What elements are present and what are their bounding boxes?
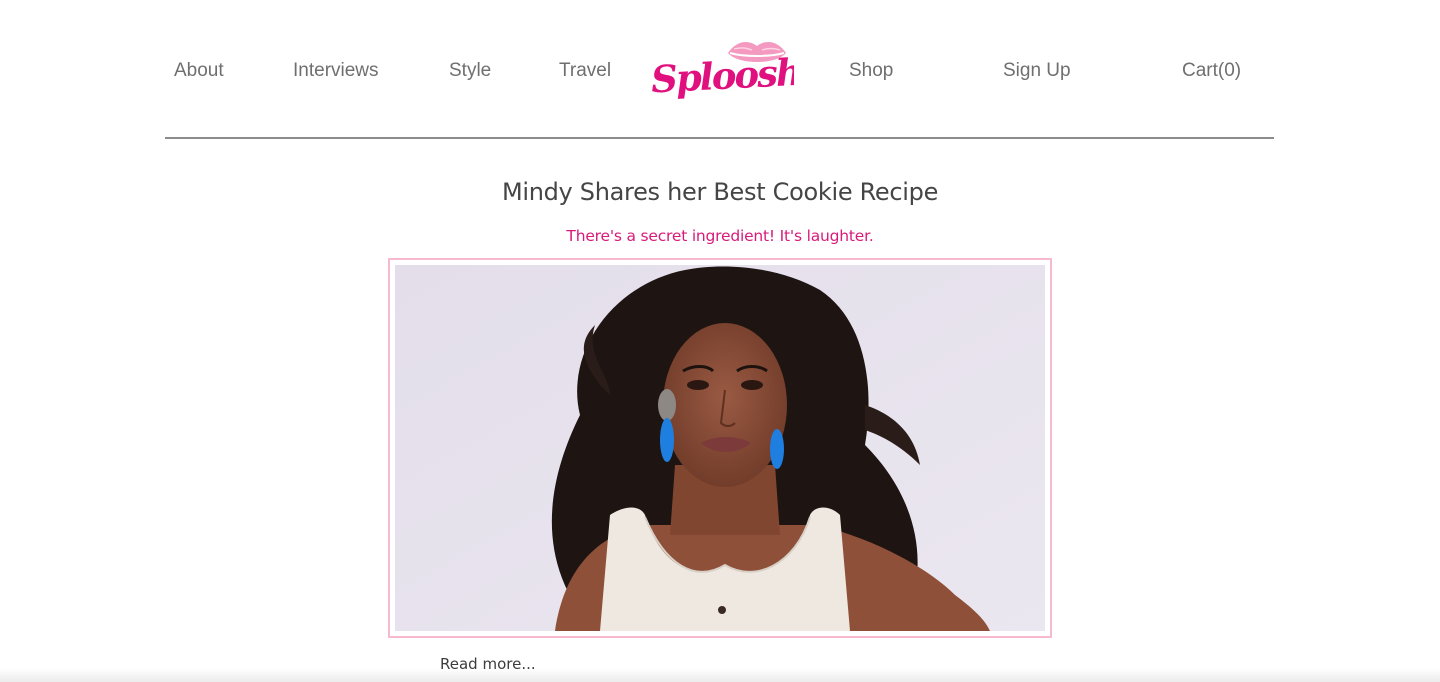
logo-text: Sploosh — [650, 50, 794, 102]
page: About Interviews Style Travel Sploosh Sh… — [0, 0, 1440, 682]
nav-about-link[interactable]: About — [174, 60, 224, 82]
article-subtitle: There's a secret ingredient! It's laught… — [566, 227, 874, 245]
nav-shop-link[interactable]: Shop — [849, 60, 893, 82]
logo-graphic: Sploosh — [650, 41, 794, 102]
article-photo[interactable] — [395, 265, 1045, 631]
brand-logo[interactable]: Sploosh — [648, 36, 794, 108]
header-divider — [165, 137, 1274, 139]
nav-sign-up-link[interactable]: Sign Up — [1003, 60, 1071, 82]
nav-interviews-link[interactable]: Interviews — [293, 60, 379, 82]
bottom-shadow — [0, 668, 1440, 682]
portrait-photo — [395, 265, 1045, 631]
nav-travel-link[interactable]: Travel — [559, 60, 611, 82]
article-title: Mindy Shares her Best Cookie Recipe — [501, 178, 939, 206]
nav-cart-link[interactable]: Cart(0) — [1182, 60, 1241, 82]
nav-style-link[interactable]: Style — [449, 60, 491, 82]
read-more-link[interactable]: Read more... — [440, 655, 536, 673]
article-photo-frame — [388, 258, 1052, 638]
